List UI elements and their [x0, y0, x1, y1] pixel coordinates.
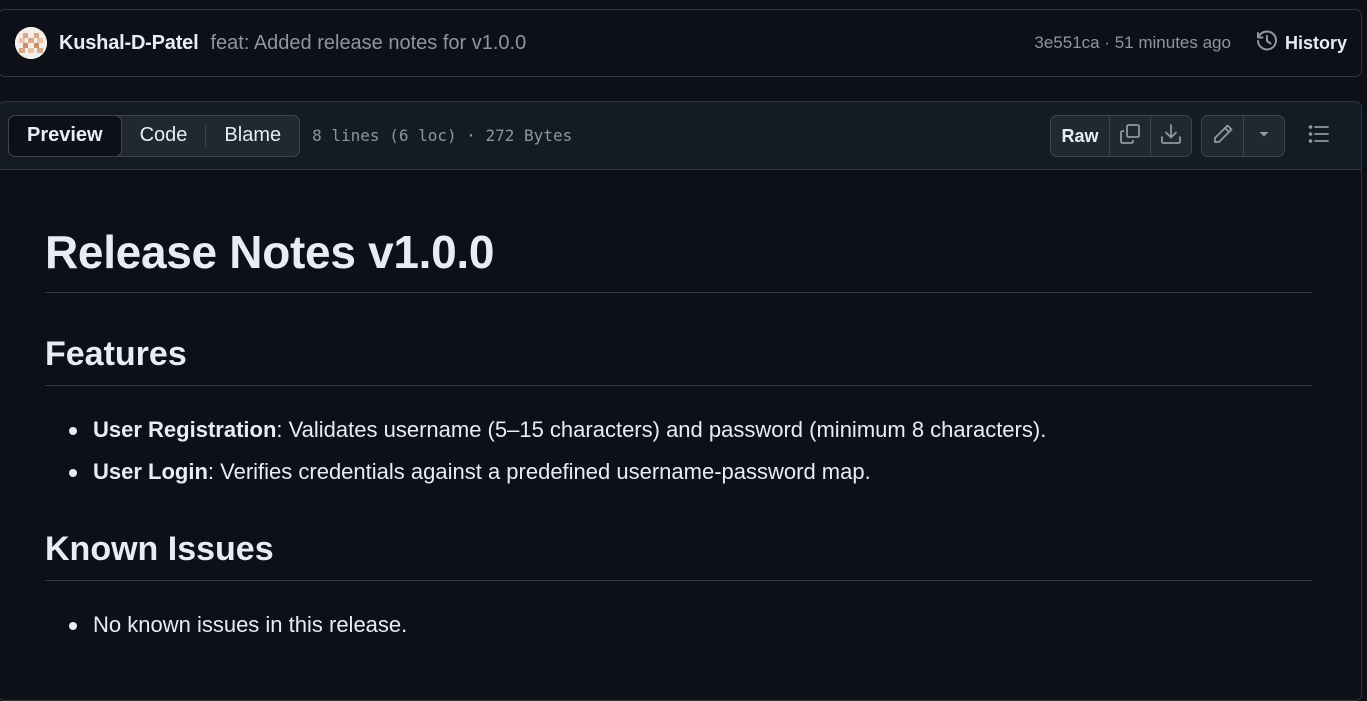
download-raw-button[interactable] [1150, 116, 1191, 156]
edit-group [1201, 115, 1285, 157]
known-issues-rule [45, 580, 1312, 581]
outline-button[interactable] [1305, 122, 1333, 150]
list-unordered-icon [1307, 122, 1331, 151]
issue-text: No known issues in this release. [93, 612, 408, 637]
edit-file-button[interactable] [1202, 116, 1243, 156]
latest-commit-bar: Kushal-D-Patel feat: Added release notes… [0, 9, 1362, 77]
tab-preview[interactable]: Preview [8, 114, 122, 157]
commit-sha-and-time[interactable]: 3e551ca · 51 minutes ago [1034, 33, 1231, 53]
tab-blame[interactable]: Blame [206, 115, 299, 157]
author-avatar[interactable] [15, 27, 47, 59]
file-info: 8 lines (6 loc) · 272 Bytes [312, 126, 573, 145]
view-mode-switcher: Preview Code Blame [8, 114, 301, 157]
list-item: User Login: Verifies credentials against… [45, 451, 1046, 493]
markdown-title: Release Notes v1.0.0 [45, 226, 495, 278]
more-edit-options-button[interactable] [1243, 116, 1284, 156]
feature-description: : Verifies credentials against a predefi… [207, 459, 871, 484]
history-icon [1255, 29, 1279, 58]
raw-copy-download-group: Raw [1050, 115, 1192, 157]
known-issues-heading: Known Issues [45, 530, 274, 568]
list-item: No known issues in this release. [45, 604, 407, 646]
commit-author-link[interactable]: Kushal-D-Patel [59, 32, 199, 55]
copy-icon [1118, 122, 1142, 151]
commit-message-link[interactable]: feat: Added release notes for v1.0.0 [210, 32, 526, 55]
download-icon [1159, 122, 1183, 151]
features-heading: Features [45, 335, 187, 373]
feature-description: : Validates username (5–15 characters) a… [276, 417, 1047, 442]
file-header: Preview Code Blame 8 lines (6 loc) · 272… [0, 102, 1361, 170]
triangle-down-icon [1257, 127, 1271, 146]
copy-raw-button[interactable] [1109, 116, 1150, 156]
known-issues-list: No known issues in this release. [45, 604, 407, 646]
title-rule [45, 292, 1312, 293]
feature-name: User Login [93, 459, 208, 484]
features-rule [45, 385, 1312, 386]
tab-code[interactable]: Code [122, 115, 206, 157]
features-list: User Registration: Validates username (5… [45, 409, 1046, 493]
history-button[interactable]: History [1255, 29, 1347, 58]
raw-button[interactable]: Raw [1051, 116, 1109, 156]
history-label: History [1284, 32, 1347, 53]
list-item: User Registration: Validates username (5… [45, 409, 1046, 451]
pencil-icon [1211, 122, 1235, 151]
feature-name: User Registration [93, 417, 277, 442]
